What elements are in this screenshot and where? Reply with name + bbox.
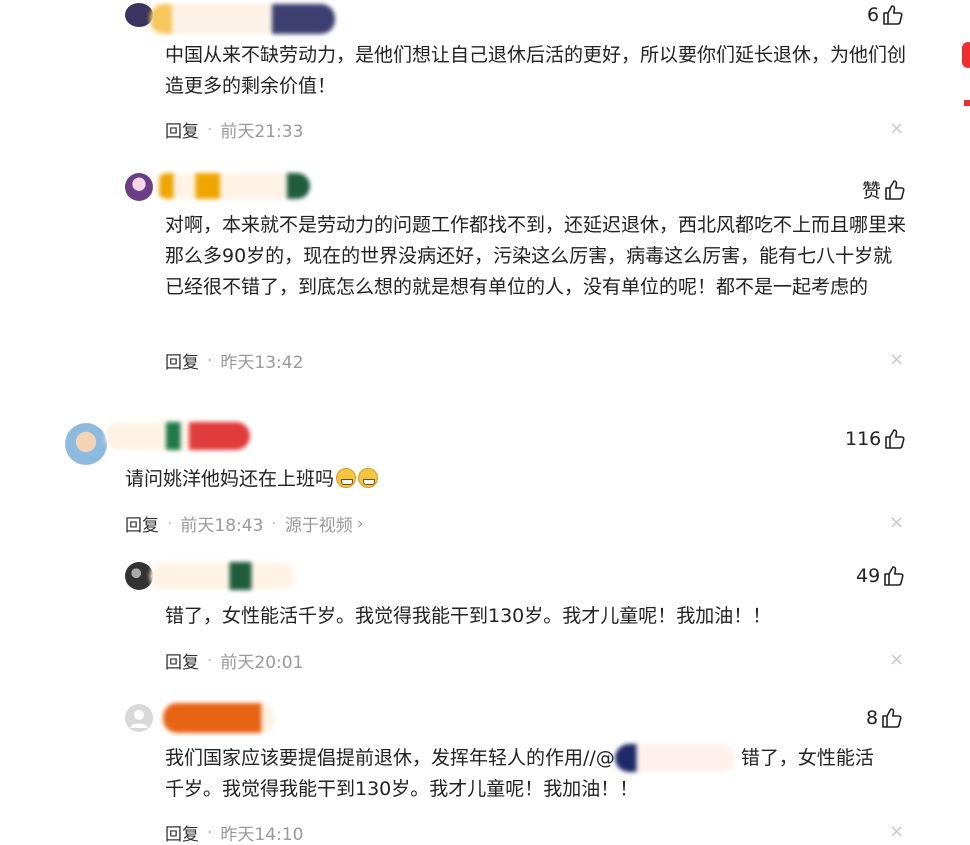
comment-text: 请问姚洋他妈还在上班吗 — [125, 464, 905, 495]
close-icon[interactable]: × — [889, 649, 904, 670]
like-count: 8 — [866, 707, 879, 729]
chevron-right-icon: › — [356, 513, 364, 534]
avatar[interactable] — [125, 173, 153, 201]
separator-dot: · — [207, 350, 213, 371]
reply-button[interactable]: 回复 — [165, 348, 199, 373]
mention-redacted[interactable] — [614, 744, 735, 772]
timestamp: 前天18:43 — [180, 516, 264, 536]
like-count: 6 — [867, 4, 880, 26]
like-button[interactable]: 49 — [856, 565, 905, 587]
close-icon[interactable]: × — [889, 349, 904, 370]
thumbs-up-icon — [885, 179, 905, 200]
sidebar-edge-marker — [964, 100, 970, 106]
comment-text: 中国从来不缺劳动力，是他们想让自己退休后活的更好，所以要你们延长退休，为他们创造… — [165, 44, 907, 97]
avatar[interactable] — [65, 423, 107, 465]
separator-dot: · — [207, 119, 213, 140]
like-count: 赞 — [862, 180, 882, 202]
comment-text-line2: 千岁。我觉得我能干到130岁。我才儿童呢！我加油！！ — [165, 778, 639, 800]
like-button[interactable]: 116 — [845, 428, 906, 450]
comment-meta: 回复 · 昨天14:10 — [165, 820, 303, 845]
like-count: 116 — [845, 428, 882, 450]
comment-text: 对啊，本来就不是劳动力的问题工作都找不到，还延迟退休，西北风都吃不上而且哪里来那… — [165, 214, 907, 298]
comment-text-body: 请问姚洋他妈还在上班吗 — [125, 468, 335, 490]
timestamp: 昨天14:10 — [220, 825, 304, 845]
thumbs-up-icon — [884, 566, 904, 586]
comment-meta: 回复 · 前天18:43 · 源于视频 › — [125, 511, 364, 537]
grin-emoji-icon — [358, 468, 379, 488]
avatar[interactable] — [125, 3, 153, 27]
separator-dot: · — [271, 513, 277, 534]
comment-text-part2: 错了，女性能活 — [740, 747, 874, 769]
avatar[interactable] — [125, 562, 153, 590]
username-redacted[interactable] — [163, 703, 275, 733]
reply-button[interactable]: 回复 — [165, 648, 199, 673]
default-user-icon — [130, 710, 148, 728]
close-icon[interactable]: × — [889, 512, 904, 533]
like-button[interactable]: 6 — [867, 4, 904, 26]
close-icon[interactable]: × — [889, 118, 904, 139]
close-icon[interactable]: × — [889, 821, 904, 842]
thumbs-up-icon — [883, 5, 903, 25]
username-redacted[interactable] — [150, 4, 335, 34]
comment-text: 我们国家应该要提倡提前退休，发挥年轻人的作用//@ 错了，女性能活 千岁。我觉得… — [165, 743, 910, 805]
thumbs-up-icon — [882, 708, 902, 728]
comment-meta: 回复 · 前天20:01 — [165, 648, 304, 674]
reply-button[interactable]: 回复 — [165, 117, 199, 142]
thumbs-up-icon — [885, 429, 905, 449]
separator-dot: · — [207, 822, 213, 843]
timestamp: 前天20:01 — [220, 653, 304, 673]
grin-emoji-icon — [336, 468, 357, 488]
separator-dot: · — [167, 513, 173, 534]
separator-dot: · — [207, 650, 213, 671]
sidebar-edge-badge — [962, 42, 970, 68]
source-link[interactable]: 源于视频 — [285, 511, 353, 536]
comment-text-part1: 我们国家应该要提倡提前退休，发挥年轻人的作用//@ — [165, 747, 615, 769]
comment-text: 错了，女性能活千岁。我觉得我能干到130岁。我才儿童呢！我加油！！ — [165, 605, 772, 627]
like-count: 49 — [856, 565, 881, 587]
comment-meta: 回复 · 昨天13:42 — [165, 348, 304, 374]
like-button[interactable]: 赞 — [862, 176, 906, 203]
username-redacted[interactable] — [155, 173, 310, 199]
timestamp: 昨天13:42 — [220, 353, 304, 373]
reply-button[interactable]: 回复 — [165, 820, 199, 845]
comment-meta: 回复 · 前天21:33 — [165, 117, 304, 143]
like-button[interactable]: 8 — [866, 707, 903, 729]
avatar[interactable] — [125, 704, 153, 732]
username-redacted[interactable] — [150, 562, 295, 590]
username-redacted[interactable] — [105, 422, 250, 450]
timestamp: 前天21:33 — [220, 122, 304, 142]
reply-button[interactable]: 回复 — [125, 511, 159, 536]
